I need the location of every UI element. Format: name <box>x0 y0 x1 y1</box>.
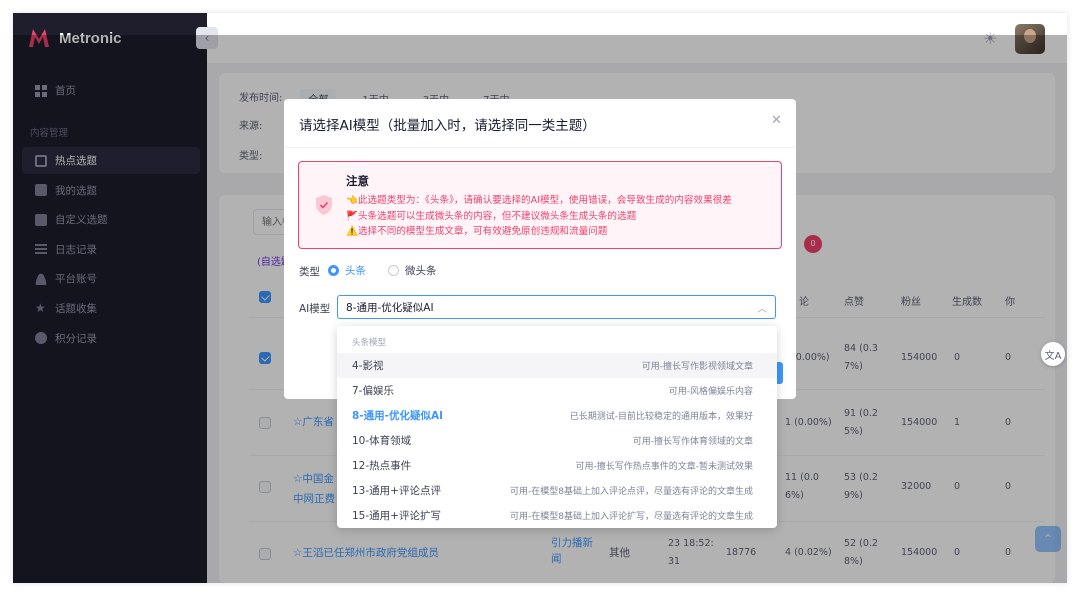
alert-title: 注意 <box>346 174 369 188</box>
model-dropdown: 头条模型 4-影视 可用-擅长写作影视领域文章 7-偏娱乐 可用-风格偏娱乐内容… <box>337 326 777 528</box>
dropdown-option-selected[interactable]: 8-通用-优化疑似AI 已长期测试-目前比较稳定的通用版本，效果好 <box>337 403 777 428</box>
model-select[interactable]: 8-通用-优化疑似AI ︿ <box>337 295 776 319</box>
option-name: 4-影视 <box>352 360 384 372</box>
translate-icon[interactable]: 文A <box>1041 342 1065 366</box>
option-desc: 可用-风格偏娱乐内容 <box>668 387 753 397</box>
radio-toutiao[interactable] <box>328 265 339 276</box>
model-select-value: 8-通用-优化疑似AI <box>346 302 434 314</box>
option-desc: 可用-擅长写作体育领域的文章 <box>632 437 753 447</box>
option-desc: 可用-在模型8基础上加入评论扩写，尽量选有评论的文章生成 <box>510 512 753 522</box>
dropdown-option[interactable]: 15-通用+评论扩写 可用-在模型8基础上加入评论扩写，尽量选有评论的文章生成 <box>337 503 777 528</box>
option-desc: 可用-擅长写作影视领域文章 <box>641 362 753 372</box>
option-name: 7-偏娱乐 <box>352 385 394 397</box>
radio-weitoutiao-label[interactable]: 微头条 <box>405 263 437 278</box>
chevron-up-icon: ︿ <box>757 304 767 315</box>
warning-alert: 注意 👈此选题类型为：《头条》，请确认要选择的AI模型，使用错误，会导致生成的内… <box>298 161 782 249</box>
dropdown-group-label: 头条模型 <box>352 338 387 348</box>
dialog-title: 请选择AI模型（批量加入时，请选择同一类主题） <box>299 118 596 134</box>
dropdown-option[interactable]: 7-偏娱乐 可用-风格偏娱乐内容 <box>337 378 777 403</box>
shield-check-icon <box>316 195 332 215</box>
option-name: 10-体育领域 <box>352 435 412 447</box>
dropdown-option[interactable]: 13-通用+评论点评 可用-在模型8基础上加入评论点评，尽量选有评论的文章生成 <box>337 478 777 503</box>
type-label: 类型 <box>299 266 320 278</box>
option-desc: 已长期测试-目前比较稳定的通用版本，效果好 <box>569 412 753 422</box>
dialog-divider <box>284 147 796 148</box>
option-name: 15-通用+评论扩写 <box>352 510 441 522</box>
option-name: 12-热点事件 <box>352 460 412 472</box>
alert-line: 👈此选题类型为：《头条》，请确认要选择的AI模型，使用错误，会导致生成的内容效果… <box>346 195 732 206</box>
option-name: 13-通用+评论点评 <box>352 485 441 497</box>
dropdown-option[interactable]: 4-影视 可用-擅长写作影视领域文章 <box>337 353 777 378</box>
dropdown-option[interactable]: 12-热点事件 可用-擅长写作热点事件的文章-暂未测试效果 <box>337 453 777 478</box>
option-desc: 可用-在模型8基础上加入评论点评，尽量选有评论的文章生成 <box>510 487 753 497</box>
model-label: AI模型 <box>299 303 331 315</box>
radio-weitoutiao[interactable] <box>388 265 399 276</box>
option-name: 8-通用-优化疑似AI <box>352 410 444 422</box>
option-desc: 可用-擅长写作热点事件的文章-暂未测试效果 <box>575 462 754 472</box>
alert-line: 🚩头条选题可以生成微头条的内容，但不建议微头条生成头条的选题 <box>346 211 637 222</box>
app-window: Metronic 首页 内容管理 热点选题 我的选题 自定义选题 日志记录 平台… <box>13 13 1067 583</box>
alert-line: ⚠️选择不同的模型生成文章，可有效避免原创违规和流量问题 <box>346 226 608 237</box>
radio-toutiao-label[interactable]: 头条 <box>345 263 366 278</box>
close-icon[interactable]: ✕ <box>771 113 782 128</box>
dropdown-option[interactable]: 10-体育领域 可用-擅长写作体育领域的文章 <box>337 428 777 453</box>
